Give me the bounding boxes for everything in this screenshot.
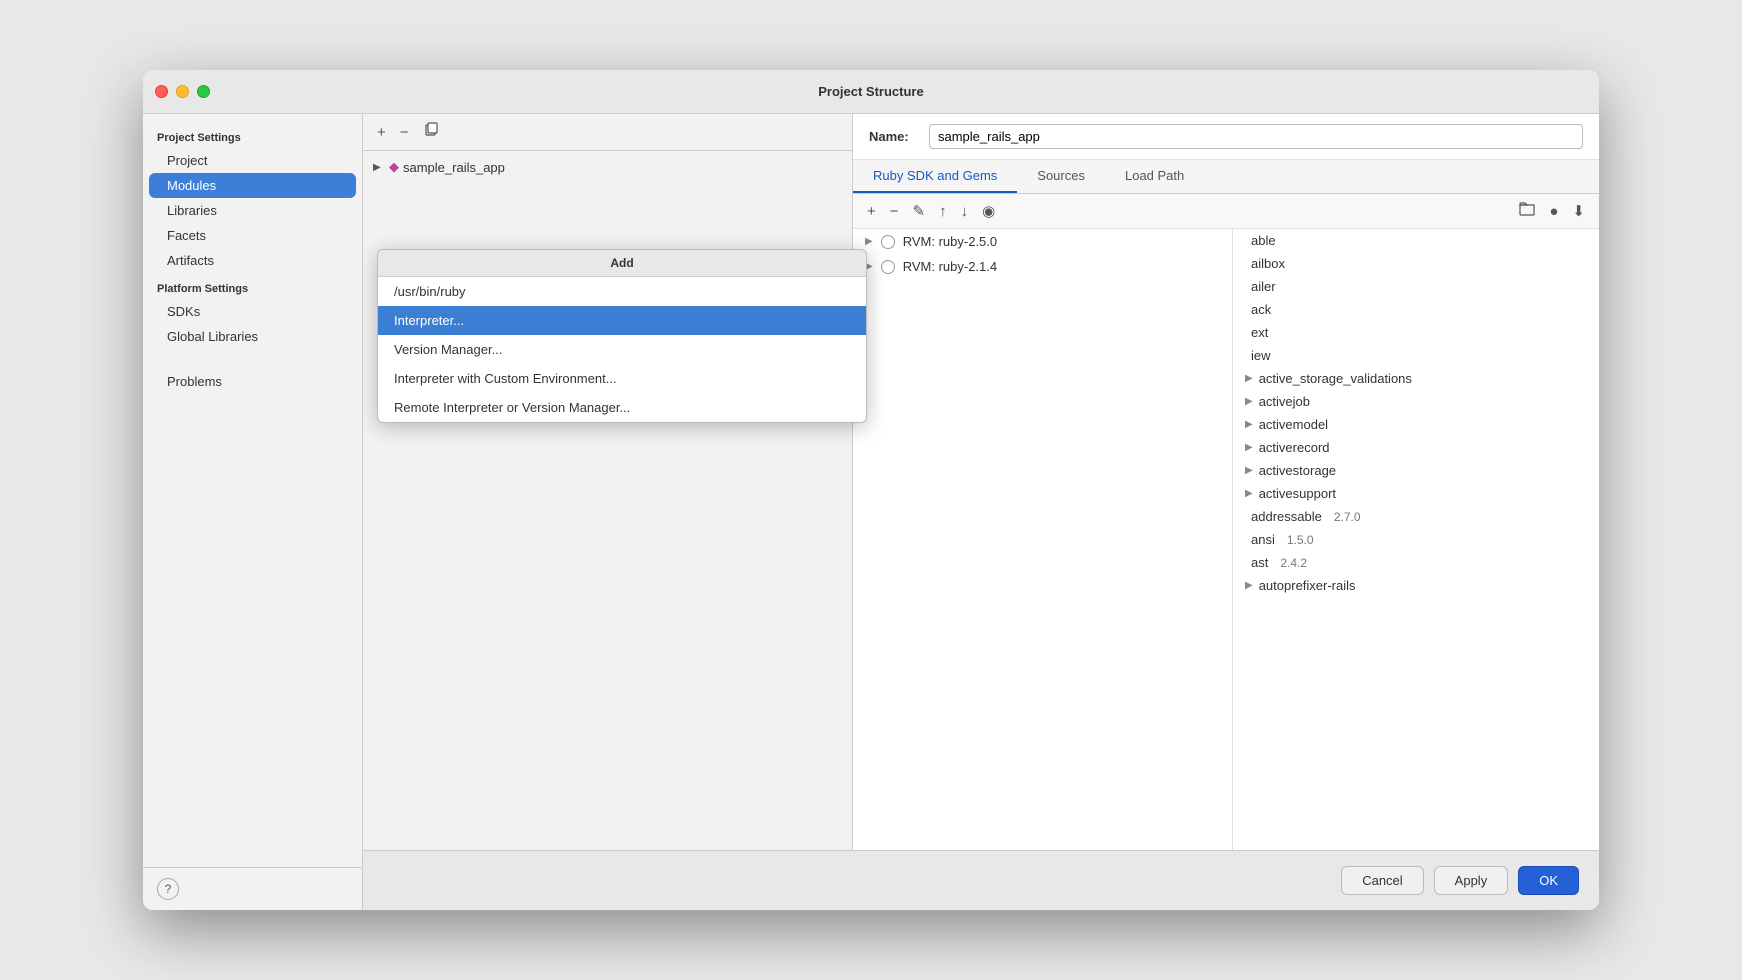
gem-row-activesupport: ▶ activesupport xyxy=(1233,482,1599,505)
gem-row: ext xyxy=(1233,321,1599,344)
sidebar-nav: Project Settings Project Modules Librari… xyxy=(143,114,362,867)
sidebar-item-project[interactable]: Project xyxy=(143,148,362,173)
tree-chevron-icon: ▶ xyxy=(373,162,385,173)
main-content: + − ▶ ◆ sample_rails xyxy=(363,114,1599,910)
window-title: Project Structure xyxy=(818,84,923,99)
sidebar-item-problems[interactable]: Problems xyxy=(143,369,362,394)
tabs-row: Ruby SDK and Gems Sources Load Path xyxy=(853,160,1599,194)
add-dropdown: Add /usr/bin/ruby Interpreter... Version… xyxy=(377,249,867,423)
sidebar-item-global-libraries[interactable]: Global Libraries xyxy=(143,324,362,349)
left-panel: + − ▶ ◆ sample_rails xyxy=(363,114,853,850)
gem-row-addressable: addressable 2.7.0 xyxy=(1233,505,1599,528)
module-tree-item[interactable]: ▶ ◆ sample_rails_app xyxy=(363,155,852,179)
dropdown-item-usr-ruby[interactable]: /usr/bin/ruby xyxy=(378,277,866,306)
content-remove-button[interactable]: − xyxy=(886,201,903,222)
module-name-label: sample_rails_app xyxy=(403,160,505,175)
sidebar-item-artifacts[interactable]: Artifacts xyxy=(143,248,362,273)
content-eye-button[interactable]: ◉ xyxy=(978,200,999,222)
sidebar: Project Settings Project Modules Librari… xyxy=(143,114,363,910)
content-pane: + − ▶ ◆ sample_rails xyxy=(363,114,1599,850)
content-edit-button[interactable]: ✎ xyxy=(909,200,930,222)
dropdown-item-version-manager[interactable]: Version Manager... xyxy=(378,335,866,364)
add-module-button[interactable]: + xyxy=(373,122,390,143)
sidebar-item-sdks[interactable]: SDKs xyxy=(143,299,362,324)
dropdown-item-custom-env[interactable]: Interpreter with Custom Environment... xyxy=(378,364,866,393)
panel-toolbar: + − xyxy=(363,114,852,151)
gem-row: ailbox xyxy=(1233,252,1599,275)
remove-module-button[interactable]: − xyxy=(396,122,413,143)
ok-button[interactable]: OK xyxy=(1518,866,1579,895)
content-folder-button[interactable] xyxy=(1515,200,1539,222)
sdk-item-ruby-214[interactable]: ▶ RVM: ruby-2.1.4 xyxy=(853,254,1232,279)
gem-row: ack xyxy=(1233,298,1599,321)
minimize-button[interactable] xyxy=(176,85,189,98)
titlebar: Project Structure xyxy=(143,70,1599,114)
gem-row-activemodel: ▶ activemodel xyxy=(1233,413,1599,436)
bottom-bar: Cancel Apply OK xyxy=(363,850,1599,910)
gem-row: ailer xyxy=(1233,275,1599,298)
content-toolbar: + − ✎ ↑ ↓ ◉ ● xyxy=(853,194,1599,229)
maximize-button[interactable] xyxy=(197,85,210,98)
project-settings-header: Project Settings xyxy=(143,122,362,148)
sidebar-item-facets[interactable]: Facets xyxy=(143,223,362,248)
apply-button[interactable]: Apply xyxy=(1434,866,1509,895)
sidebar-item-libraries[interactable]: Libraries xyxy=(143,198,362,223)
tab-load-path[interactable]: Load Path xyxy=(1105,160,1204,193)
content-down-button[interactable]: ↓ xyxy=(957,201,973,222)
copy-module-button[interactable] xyxy=(419,120,443,144)
sidebar-bottom: ? xyxy=(143,867,362,910)
cancel-button[interactable]: Cancel xyxy=(1341,866,1423,895)
traffic-lights xyxy=(155,85,210,98)
gem-row-activerecord: ▶ activerecord xyxy=(1233,436,1599,459)
name-input[interactable] xyxy=(929,124,1583,149)
name-row: Name: xyxy=(853,114,1599,160)
close-button[interactable] xyxy=(155,85,168,98)
module-ruby-icon: ◆ xyxy=(389,159,399,175)
sdk-label-214: RVM: ruby-2.1.4 xyxy=(903,259,997,274)
dropdown-header: Add xyxy=(378,250,866,277)
gem-row-autoprefixer: ▶ autoprefixer-rails xyxy=(1233,574,1599,597)
dropdown-item-interpreter[interactable]: Interpreter... xyxy=(378,306,866,335)
gems-content-area: ▶ RVM: ruby-2.5.0 ▶ RVM: ruby-2.1.4 xyxy=(853,229,1599,850)
gem-row-activejob: ▶ activejob xyxy=(1233,390,1599,413)
gem-row-ansi: ansi 1.5.0 xyxy=(1233,528,1599,551)
sidebar-item-modules[interactable]: Modules xyxy=(149,173,356,198)
window-body: Project Settings Project Modules Librari… xyxy=(143,114,1599,910)
content-up-button[interactable]: ↑ xyxy=(935,201,951,222)
radio-ruby-214[interactable] xyxy=(881,260,895,274)
sdk-label-250: RVM: ruby-2.5.0 xyxy=(903,234,997,249)
gem-row: able xyxy=(1233,229,1599,252)
name-label: Name: xyxy=(869,129,919,144)
platform-settings-header: Platform Settings xyxy=(143,273,362,299)
tab-sources[interactable]: Sources xyxy=(1017,160,1105,193)
sdk-item-ruby-250[interactable]: ▶ RVM: ruby-2.5.0 xyxy=(853,229,1232,254)
gem-row-ast: ast 2.4.2 xyxy=(1233,551,1599,574)
gem-row-activestorage: ▶ activestorage xyxy=(1233,459,1599,482)
content-download-button[interactable]: ⬇ xyxy=(1568,200,1589,222)
gem-row-active-storage-validations: ▶ active_storage_validations xyxy=(1233,367,1599,390)
dropdown-item-remote-interpreter[interactable]: Remote Interpreter or Version Manager... xyxy=(378,393,866,422)
radio-ruby-250[interactable] xyxy=(881,235,895,249)
gem-row: iew xyxy=(1233,344,1599,367)
content-add-button[interactable]: + xyxy=(863,201,880,222)
project-structure-window: Project Structure Project Settings Proje… xyxy=(143,70,1599,910)
right-panel: Name: Ruby SDK and Gems Sources Load Pat… xyxy=(853,114,1599,850)
tab-ruby-sdk[interactable]: Ruby SDK and Gems xyxy=(853,160,1017,193)
help-button[interactable]: ? xyxy=(157,878,179,900)
content-circle-button[interactable]: ● xyxy=(1545,201,1562,222)
